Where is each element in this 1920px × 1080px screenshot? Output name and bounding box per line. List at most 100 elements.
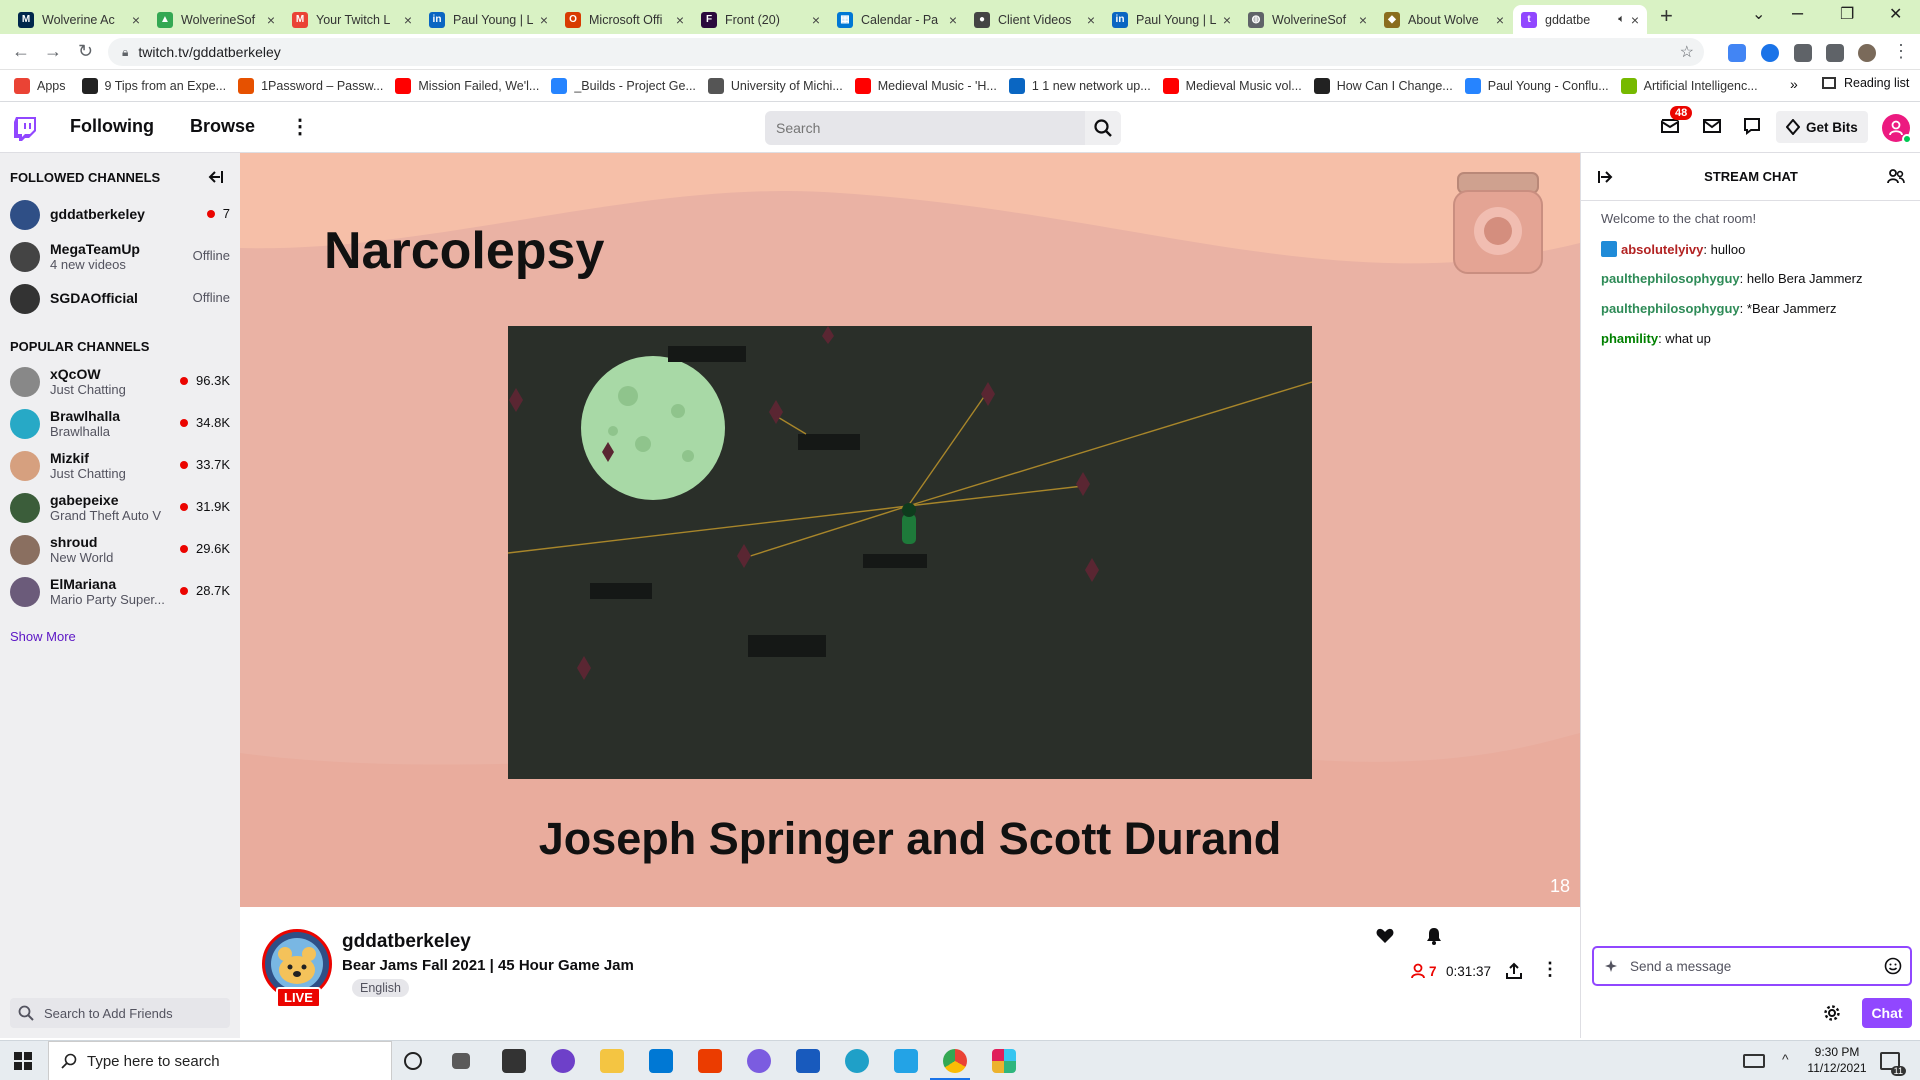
show-hidden-icons-chevron-icon[interactable]: ^ [1782,1051,1789,1067]
search-button[interactable] [1085,111,1121,145]
show-more-link[interactable]: Show More [10,629,76,644]
keyboard-icon[interactable] [1743,1054,1765,1068]
bookmark-item[interactable]: Medieval Music - 'H... [854,77,997,94]
new-tab-button[interactable]: + [1660,3,1673,29]
sidebar-channel-gabepeixe[interactable]: gabepeixe Grand Theft Auto V 31.9K [0,486,240,528]
sidebar-channel-shroud[interactable]: shroud New World 29.6K [0,528,240,570]
sidebar-channel-xqcow[interactable]: xQcOW Just Chatting 96.3K [0,360,240,402]
close-tab-icon[interactable]: × [812,12,820,28]
file-explorer-icon[interactable] [600,1049,624,1073]
vscode-icon[interactable] [894,1049,918,1073]
bookmark-item[interactable]: Medieval Music vol... [1162,77,1302,94]
video-player[interactable]: Narcolepsy Joseph Springer and Scott Dur… [240,153,1580,907]
close-tab-icon[interactable]: × [1087,12,1095,28]
browser-tab[interactable]: ◍ WolverineSof × [1240,5,1375,34]
chat-username[interactable]: phamility [1601,331,1658,346]
chat-send-button[interactable]: Chat [1862,998,1912,1028]
bookmark-item[interactable]: _Builds - Project Ge... [551,77,696,94]
friends-search-input[interactable]: Search to Add Friends [10,998,230,1028]
close-tab-icon[interactable]: × [949,12,957,28]
collapse-sidebar-icon[interactable] [206,169,224,185]
search-input[interactable] [765,111,1085,145]
browser-tab[interactable]: O Microsoft Offi × [557,5,692,34]
chat-settings-gear-icon[interactable] [1823,1004,1841,1022]
bookmark-item[interactable]: Artificial Intelligenc... [1620,77,1758,94]
chat-username[interactable]: paulthephilosophyguy [1601,271,1740,286]
system-clock[interactable]: 9:30 PM 11/12/2021 [1806,1044,1868,1076]
sidebar-channel-brawlhalla[interactable]: Brawlhalla Brawlhalla 34.8K [0,402,240,444]
close-tab-icon[interactable]: × [540,12,548,28]
nav-browse[interactable]: Browse [190,116,255,137]
chat-username[interactable]: paulthephilosophyguy [1601,301,1740,316]
github-icon[interactable] [551,1049,575,1073]
bookmark-item[interactable]: Mission Failed, We'l... [395,77,539,94]
discord-icon[interactable] [747,1049,771,1073]
notification-bell-button[interactable] [1417,919,1451,953]
action-center-icon[interactable]: 11 [1880,1052,1906,1076]
more-options-icon[interactable]: ⋮ [1541,959,1559,980]
back-icon[interactable]: ← [12,41,30,62]
browser-tab[interactable]: F Front (20) × [693,5,828,34]
close-tab-icon[interactable]: × [1631,12,1639,28]
reading-list-icon[interactable] [1826,44,1844,62]
tab-audio-icon[interactable]: 🔈︎ [1618,13,1625,26]
word-icon[interactable] [796,1049,820,1073]
chat-message-input[interactable]: Send a message [1592,946,1912,986]
close-tab-icon[interactable]: × [1496,12,1504,28]
sidebar-channel-sgdaofficial[interactable]: SGDAOfficial Offline [0,277,240,319]
browser-tab[interactable]: ▲ WolverineSof × [149,5,283,34]
extension-icon[interactable] [1761,44,1779,62]
bookmark-item[interactable]: 1Password – Passw... [238,77,383,94]
close-window-icon[interactable]: ✕ [1889,4,1902,24]
sidebar-channel-elmariana[interactable]: ElMariana Mario Party Super... 28.7K [0,570,240,612]
bookmark-item[interactable]: 1 1 new network up... [1008,77,1151,94]
close-tab-icon[interactable]: × [1223,12,1231,28]
streamer-name[interactable]: gddatberkeley [342,931,471,953]
nav-following[interactable]: Following [70,116,154,137]
user-avatar[interactable] [1882,114,1912,144]
browser-tab[interactable]: in Paul Young | L × [1104,5,1239,34]
browser-tab[interactable]: ● Client Videos × [966,5,1103,34]
more-menu-icon[interactable]: ⋮ [290,114,310,139]
sidebar-channel-mizkif[interactable]: Mizkif Just Chatting 33.7K [0,444,240,486]
get-bits-button[interactable]: Get Bits [1776,111,1868,143]
bookmark-item[interactable]: University of Michi... [707,77,843,94]
task-view-icon[interactable] [452,1053,470,1069]
close-tab-icon[interactable]: × [267,12,275,28]
bookmark-item[interactable]: Paul Young - Conflu... [1464,77,1609,94]
forward-icon[interactable]: → [44,41,62,62]
url-bar[interactable]: 🔒︎ twitch.tv/gddatberkeley ☆ [108,38,1704,66]
bookmark-item[interactable]: 9 Tips from an Expe... [81,77,226,94]
extension-icon[interactable] [1728,44,1746,62]
bookmark-item[interactable]: Apps [14,77,66,94]
reading-list[interactable]: Reading list [1822,76,1909,90]
bookmarks-overflow[interactable]: » [1790,76,1798,92]
tab-search-icon[interactable]: ⌄ [1752,4,1765,24]
chat-bubble-icon[interactable] [1743,117,1761,135]
reload-icon[interactable]: ↻ [78,41,93,62]
bookmark-item[interactable]: How Can I Change... [1313,77,1453,94]
restore-icon[interactable]: ❐ [1840,4,1854,24]
emote-picker-icon[interactable] [1884,957,1902,975]
share-icon[interactable] [1505,962,1523,980]
slack-icon[interactable] [992,1049,1016,1073]
bookmark-star-icon[interactable]: ☆ [1680,42,1694,62]
bits-sparkle-icon[interactable] [1604,959,1618,973]
browser-tab[interactable]: in Paul Young | L × [421,5,556,34]
office-icon[interactable] [698,1049,722,1073]
close-tab-icon[interactable]: × [132,12,140,28]
extensions-puzzle-icon[interactable] [1794,44,1812,62]
chat-username[interactable]: absolutelyivy [1621,242,1703,257]
windows-start-icon[interactable] [14,1052,32,1070]
edge-icon[interactable] [845,1049,869,1073]
community-users-icon[interactable] [1887,168,1905,186]
browser-tab[interactable]: t gddatbe 🔈︎ × [1513,5,1647,34]
language-tag[interactable]: English [352,979,409,997]
close-tab-icon[interactable]: × [676,12,684,28]
profile-avatar[interactable] [1858,44,1876,62]
notifications-button[interactable]: 48 [1660,106,1693,139]
browser-tab[interactable]: ▦ Calendar - Pa × [829,5,965,34]
chrome-icon[interactable] [943,1049,967,1073]
browser-tab[interactable]: M Wolverine Ac × [10,5,148,34]
twitch-logo-icon[interactable] [13,116,37,142]
